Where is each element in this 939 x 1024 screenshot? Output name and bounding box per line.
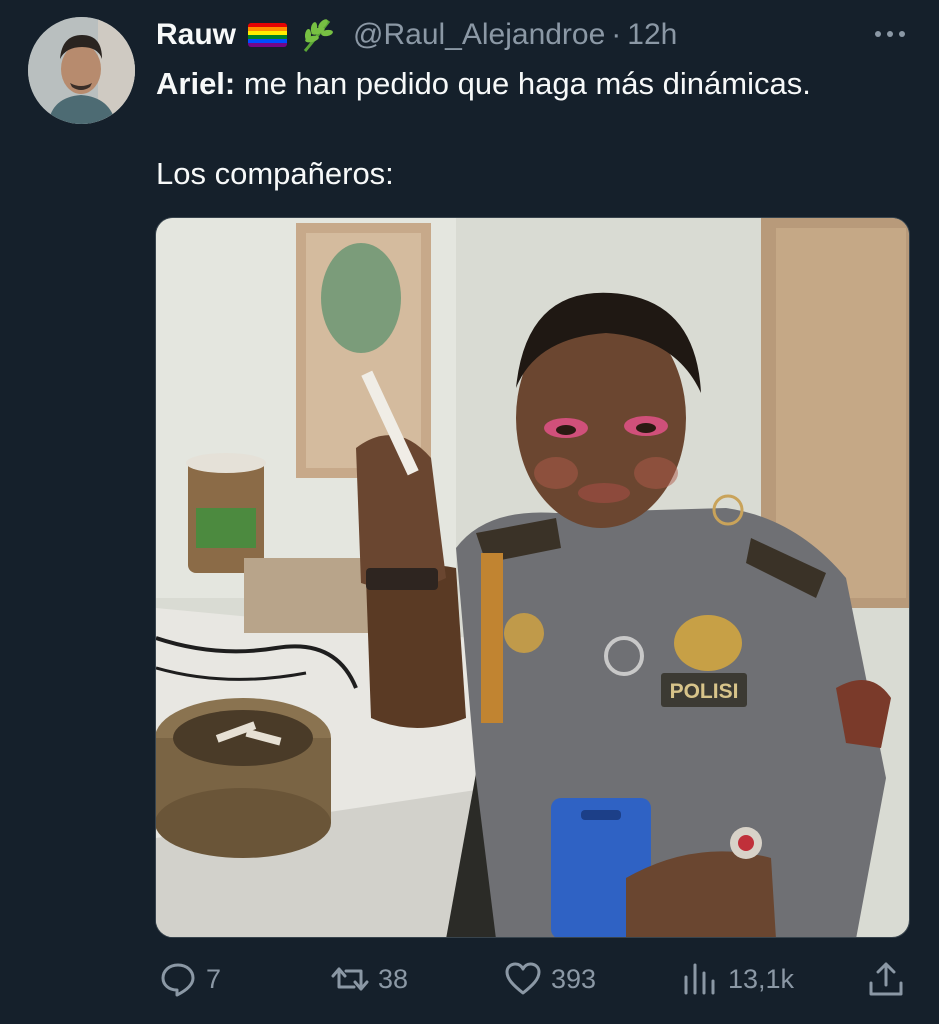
views-icon — [684, 963, 715, 995]
timestamp[interactable]: 12h — [627, 18, 677, 52]
share-button[interactable] — [866, 954, 914, 1004]
like-icon — [505, 962, 541, 995]
herb-icon — [303, 19, 333, 52]
separator-dot: · — [611, 18, 622, 51]
more-horizontal-icon[interactable] — [870, 24, 910, 44]
share-icon — [869, 962, 903, 996]
avatar[interactable] — [28, 17, 135, 124]
reply-icon — [161, 963, 195, 997]
tweet-text-line3: Los compañeros: — [156, 156, 394, 191]
retweet-icon — [331, 967, 369, 991]
tweet-text-bold: Ariel: — [156, 66, 236, 101]
like-count: 393 — [551, 963, 597, 994]
tweet-text-line1: me han pedido que haga más dinámicas. — [235, 66, 811, 101]
display-name[interactable]: Rauw — [156, 18, 236, 52]
tweet-header: Rauw @Raul_Alejandroe · 12h — [156, 12, 677, 58]
reply-count: 7 — [206, 963, 222, 994]
tweet-text: Ariel: me han pedido que haga más dinámi… — [156, 61, 811, 196]
uniform-name-tag: POLISI — [670, 680, 739, 703]
reply-button[interactable]: 7 — [158, 954, 221, 1004]
tweet-media-image[interactable]: POLISI — [155, 217, 910, 938]
rainbow-flag-icon — [248, 23, 288, 47]
views-count: 13,1k — [728, 963, 795, 994]
like-button[interactable]: 393 — [503, 954, 596, 1004]
user-handle[interactable]: @Raul_Alejandroe — [353, 18, 605, 52]
views-button[interactable]: 13,1k — [680, 954, 794, 1004]
action-bar: 7 38 393 13,1k — [0, 954, 939, 1004]
retweet-button[interactable]: 38 — [330, 954, 408, 1004]
retweet-count: 38 — [378, 963, 409, 994]
